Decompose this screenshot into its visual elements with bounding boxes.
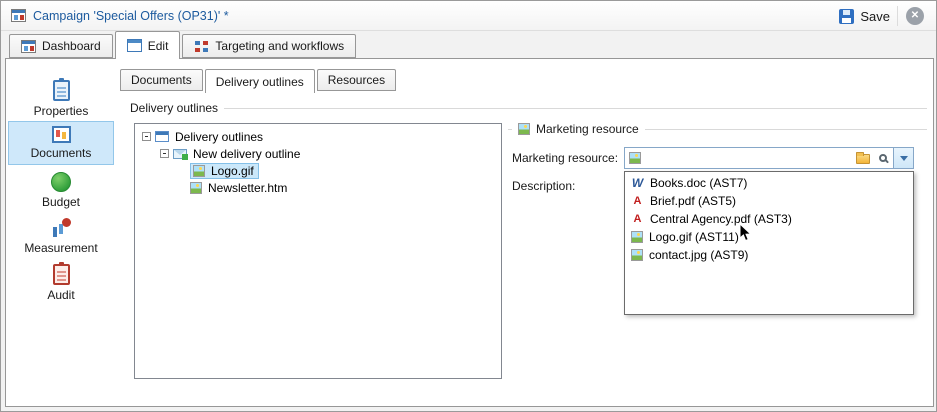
sidebar-item-audit[interactable]: Audit	[8, 259, 114, 307]
selected-resource-icon	[629, 152, 641, 164]
search-button[interactable]	[873, 148, 893, 168]
documents-sub-tab-bar: Documents Delivery outlines Resources	[120, 69, 398, 91]
dropdown-item-label: Books.doc (AST7)	[650, 176, 747, 190]
dropdown-item-label: Brief.pdf (AST5)	[650, 194, 736, 208]
group-title: Delivery outlines	[130, 101, 218, 115]
image-file-icon	[631, 249, 643, 261]
tab-label: Dashboard	[42, 39, 101, 53]
subtab-delivery-outlines[interactable]: Delivery outlines	[205, 69, 315, 93]
campaign-editor-window: Campaign 'Special Offers (OP31)' * Save …	[0, 0, 937, 412]
sidebar-item-measurement[interactable]: Measurement	[8, 213, 114, 260]
tree-node-label[interactable]: Logo.gif	[209, 164, 256, 178]
resource-dropdown-list: Books.doc (AST7) Brief.pdf (AST5) Centra…	[624, 171, 914, 315]
folder-icon	[856, 154, 870, 164]
dropdown-item-label: Central Agency.pdf (AST3)	[650, 212, 792, 226]
selected-tree-node[interactable]: Logo.gif	[190, 163, 259, 179]
image-file-icon	[631, 231, 643, 243]
chevron-down-icon	[900, 156, 908, 161]
tree-node-label[interactable]: New delivery outline	[191, 147, 302, 161]
description-label: Description:	[512, 179, 575, 193]
tree-node-logo-gif[interactable]: Logo.gif	[135, 162, 501, 179]
dropdown-item-central-agency-pdf[interactable]: Central Agency.pdf (AST3)	[625, 210, 913, 228]
dropdown-arrow-button[interactable]	[893, 148, 913, 168]
delivery-outlines-node-icon	[155, 131, 169, 142]
save-button[interactable]: Save	[839, 1, 890, 31]
close-button[interactable]: ✕	[906, 7, 924, 25]
audit-icon	[53, 264, 70, 285]
properties-icon	[53, 80, 70, 101]
group-title: Marketing resource	[536, 122, 639, 136]
dashboard-icon	[21, 40, 36, 53]
dropdown-item-contact-jpg[interactable]: contact.jpg (AST9)	[625, 246, 913, 264]
dropdown-item-brief-pdf[interactable]: Brief.pdf (AST5)	[625, 192, 913, 210]
subtab-label: Delivery outlines	[216, 75, 304, 89]
pdf-icon	[631, 213, 644, 226]
image-file-icon	[193, 165, 205, 177]
dropdown-item-label: contact.jpg (AST9)	[649, 248, 748, 262]
marketing-resource-group-header: Marketing resource	[508, 122, 927, 136]
sidebar-item-label: Measurement	[24, 241, 97, 255]
search-icon	[879, 154, 887, 162]
tab-targeting-and-workflows[interactable]: Targeting and workflows	[182, 34, 356, 58]
subtab-resources[interactable]: Resources	[317, 69, 396, 91]
budget-icon	[51, 172, 71, 192]
tree-node-label[interactable]: Newsletter.htm	[206, 181, 289, 195]
sidebar-item-properties[interactable]: Properties	[8, 75, 114, 123]
edit-icon	[127, 39, 142, 52]
sidebar-item-label: Budget	[42, 195, 80, 209]
tab-label: Targeting and workflows	[215, 39, 344, 53]
window-title: Campaign 'Special Offers (OP31)' *	[33, 1, 229, 31]
mouse-cursor	[739, 223, 752, 242]
targeting-icon	[194, 40, 209, 53]
save-label: Save	[860, 9, 890, 24]
group-line-stub	[508, 129, 512, 130]
sidebar-item-documents[interactable]: Documents	[8, 121, 114, 165]
group-line	[224, 108, 927, 109]
group-line	[645, 129, 927, 130]
sidebar-item-label: Documents	[31, 146, 92, 160]
edit-content-panel: Properties Documents Budget Measurement …	[5, 58, 934, 407]
delivery-outlines-tree: Delivery outlines New delivery outline L…	[134, 123, 502, 379]
sidebar-item-budget[interactable]: Budget	[8, 167, 114, 214]
subtab-label: Resources	[328, 73, 385, 87]
titlebar-divider	[897, 6, 898, 26]
sidebar-item-label: Audit	[47, 288, 74, 302]
subtab-documents[interactable]: Documents	[120, 69, 203, 91]
marketing-resource-label: Marketing resource:	[512, 151, 618, 165]
collapse-expander-icon[interactable]	[160, 149, 169, 158]
word-doc-icon	[631, 177, 644, 190]
browse-folder-button[interactable]	[853, 148, 873, 168]
documents-icon	[52, 126, 71, 143]
image-file-icon	[190, 182, 202, 194]
marketing-resource-icon	[518, 123, 530, 135]
save-icon	[839, 9, 854, 24]
subtab-label: Documents	[131, 73, 192, 87]
tree-node-delivery-outlines[interactable]: Delivery outlines	[135, 128, 501, 145]
tree-node-new-delivery-outline[interactable]: New delivery outline	[135, 145, 501, 162]
tree-node-newsletter-htm[interactable]: Newsletter.htm	[135, 179, 501, 196]
sidebar-item-label: Properties	[34, 104, 89, 118]
titlebar: Campaign 'Special Offers (OP31)' * Save …	[1, 1, 936, 31]
tab-dashboard[interactable]: Dashboard	[9, 34, 113, 58]
marketing-resource-combobox[interactable]	[624, 147, 914, 169]
tree-node-label[interactable]: Delivery outlines	[173, 130, 265, 144]
delivery-outlines-group-header: Delivery outlines	[130, 101, 927, 115]
dropdown-item-label: Logo.gif (AST11)	[649, 230, 739, 244]
pdf-icon	[631, 195, 644, 208]
dropdown-item-logo-gif[interactable]: Logo.gif (AST11)	[625, 228, 913, 246]
collapse-expander-icon[interactable]	[142, 132, 151, 141]
main-tab-bar: Dashboard Edit Targeting and workflows	[9, 31, 356, 58]
dropdown-item-books-doc[interactable]: Books.doc (AST7)	[625, 174, 913, 192]
tab-edit[interactable]: Edit	[115, 31, 181, 59]
outline-envelope-icon	[173, 149, 187, 159]
campaign-icon	[11, 9, 26, 22]
tab-label: Edit	[148, 39, 169, 53]
measurement-icon	[51, 218, 71, 238]
